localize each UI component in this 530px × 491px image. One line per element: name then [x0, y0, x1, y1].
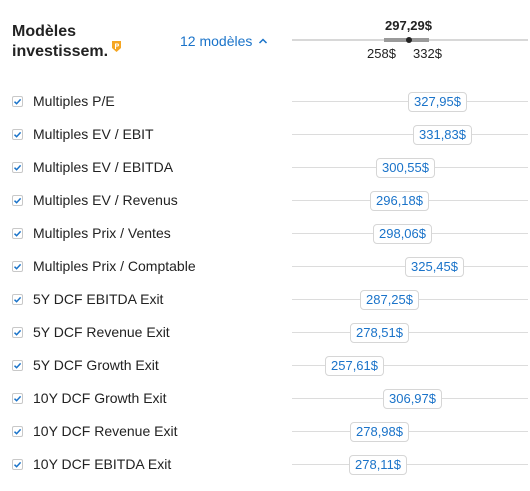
model-label: 5Y DCF Revenue Exit: [33, 324, 170, 340]
range-low: 258$: [367, 46, 396, 61]
model-value: 298,06$: [373, 224, 432, 244]
model-label: 5Y DCF EBITDA Exit: [33, 291, 164, 307]
model-row: Multiples EV / EBIT 331,83$: [0, 118, 530, 151]
model-label: Multiples EV / EBITDA: [33, 159, 174, 175]
section-title-line-1: Modèles: [12, 23, 77, 40]
fair-value: 297,29$: [385, 18, 432, 33]
model-axis-line: [292, 134, 528, 135]
model-value: 278,98$: [350, 422, 409, 442]
model-axis-line: [292, 332, 528, 333]
checkbox-checked-icon[interactable]: [12, 162, 23, 173]
model-value: 296,18$: [370, 191, 429, 211]
checkbox-checked-icon[interactable]: [12, 261, 23, 272]
model-value: 327,95$: [408, 92, 467, 112]
model-value: 306,97$: [383, 389, 442, 409]
model-row: Multiples EV / EBITDA 300,55$: [0, 151, 530, 184]
model-label: 10Y DCF Growth Exit: [33, 390, 167, 406]
model-row: 5Y DCF EBITDA Exit 287,25$: [0, 283, 530, 316]
model-axis-line: [292, 431, 528, 432]
checkbox-checked-icon[interactable]: [12, 96, 23, 107]
model-row: 5Y DCF Revenue Exit 278,51$: [0, 316, 530, 349]
model-value: 300,55$: [376, 158, 435, 178]
checkbox-checked-icon[interactable]: [12, 360, 23, 371]
fair-value-marker: [406, 37, 412, 43]
model-label: Multiples EV / Revenus: [33, 192, 178, 208]
model-label: Multiples Prix / Ventes: [33, 225, 171, 241]
section-title: Modèles investissem.: [12, 22, 108, 62]
model-label: 5Y DCF Growth Exit: [33, 357, 159, 373]
model-label: Multiples Prix / Comptable: [33, 258, 196, 274]
models-count-toggle[interactable]: 12 modèles: [180, 33, 268, 49]
checkbox-checked-icon[interactable]: [12, 294, 23, 305]
model-value: 331,83$: [413, 125, 472, 145]
model-value: 278,51$: [350, 323, 409, 343]
model-row: Multiples Prix / Ventes 298,06$: [0, 217, 530, 250]
model-row: 5Y DCF Growth Exit 257,61$: [0, 349, 530, 382]
model-value: 287,25$: [360, 290, 419, 310]
chevron-up-icon: [259, 38, 268, 44]
model-axis-line: [292, 464, 528, 465]
pro-badge-icon: [112, 41, 121, 52]
model-row: Multiples P/E 327,95$: [0, 85, 530, 118]
model-row: Multiples EV / Revenus 296,18$: [0, 184, 530, 217]
model-label: Multiples P/E: [33, 93, 115, 109]
checkbox-checked-icon[interactable]: [12, 327, 23, 338]
model-label: 10Y DCF Revenue Exit: [33, 423, 178, 439]
model-row: 10Y DCF Growth Exit 306,97$: [0, 382, 530, 415]
model-value: 278,11$: [349, 455, 408, 475]
models-count-label: 12 modèles: [180, 33, 253, 49]
checkbox-checked-icon[interactable]: [12, 228, 23, 239]
model-row: Multiples Prix / Comptable 325,45$: [0, 250, 530, 283]
model-label: Multiples EV / EBIT: [33, 126, 154, 142]
model-row: 10Y DCF EBITDA Exit 278,11$: [0, 448, 530, 481]
model-value: 257,61$: [325, 356, 384, 376]
checkbox-checked-icon[interactable]: [12, 195, 23, 206]
checkbox-checked-icon[interactable]: [12, 129, 23, 140]
checkbox-checked-icon[interactable]: [12, 426, 23, 437]
model-label: 10Y DCF EBITDA Exit: [33, 456, 172, 472]
models-header: Modèles investissem. 12 modèles 297,29$ …: [0, 0, 530, 84]
range-high: 332$: [413, 46, 442, 61]
model-value: 325,45$: [405, 257, 464, 277]
checkbox-checked-icon[interactable]: [12, 393, 23, 404]
model-row: 10Y DCF Revenue Exit 278,98$: [0, 415, 530, 448]
checkbox-checked-icon[interactable]: [12, 459, 23, 470]
section-title-line-2: investissem.: [12, 43, 109, 60]
fair-value-range: 297,29$ 258$ 332$: [292, 16, 528, 66]
